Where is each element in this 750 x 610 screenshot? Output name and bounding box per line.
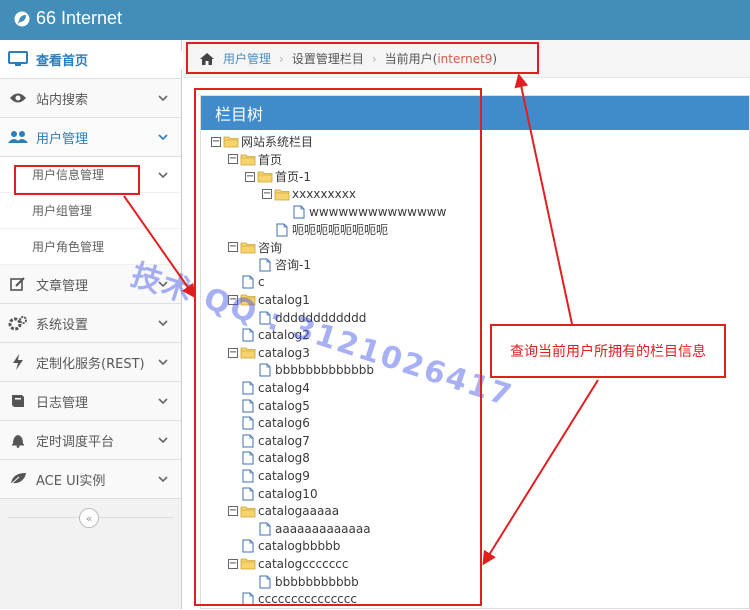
arrow-to-tree-bottom <box>482 379 599 566</box>
arrow-to-breadcrumb <box>514 73 573 325</box>
annotation-arrows <box>123 73 599 566</box>
arrow-to-tree <box>123 195 196 299</box>
